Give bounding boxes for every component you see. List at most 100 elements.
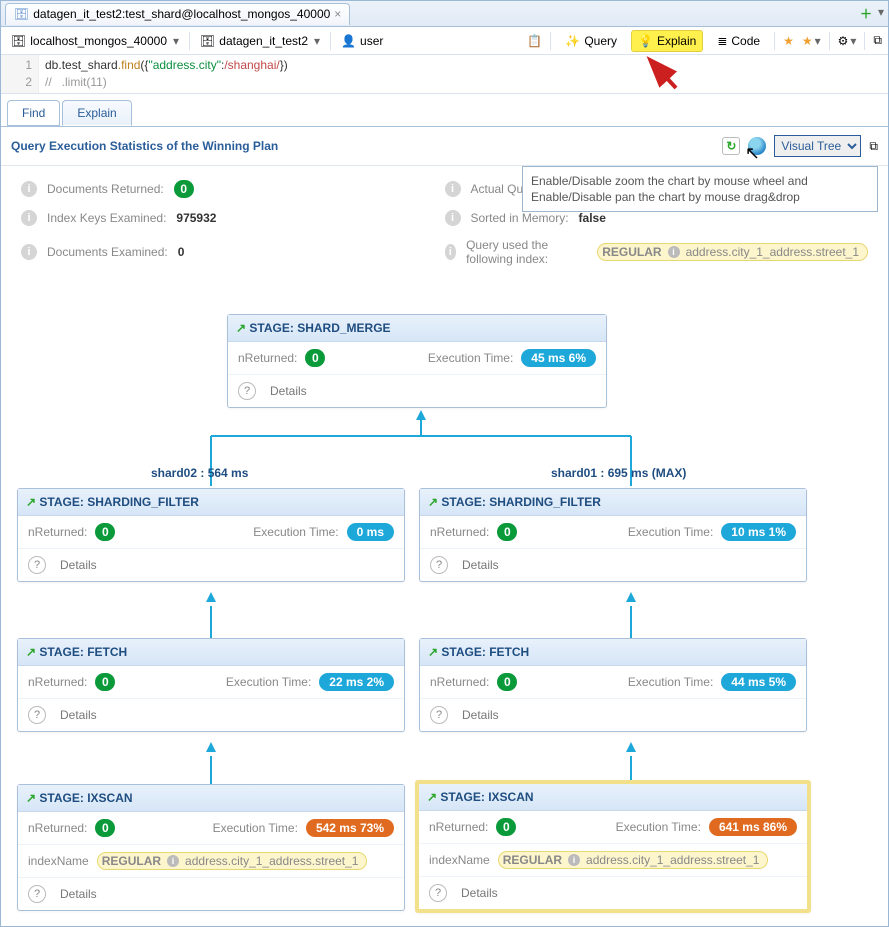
help-icon [28, 556, 52, 574]
arrow-up-icon: ↗ [428, 495, 438, 509]
user-combo[interactable]: 👤 user [337, 32, 387, 50]
tab-menu-caret[interactable] [876, 5, 884, 22]
details-button[interactable]: Details [420, 699, 806, 731]
document-tab-bar: 🗄 datagen_it_test2:test_shard@localhost_… [1, 1, 888, 27]
close-tab-icon[interactable]: × [334, 7, 341, 21]
globe-icon[interactable] [748, 137, 766, 155]
separator [189, 32, 190, 50]
lightbulb-icon: 💡 [638, 34, 653, 48]
callout-arrow [642, 54, 682, 94]
docs-examined-value: 0 [178, 245, 185, 259]
stage-ixscan-left[interactable]: ↗ STAGE: IXSCAN nReturned:0Execution Tim… [17, 784, 405, 911]
index-pill[interactable]: REGULARiaddress.city_1_address.street_1 [498, 851, 769, 869]
explain-button[interactable]: 💡 Explain [631, 30, 703, 52]
details-button[interactable]: Details [420, 549, 806, 581]
options-menu[interactable]: ⚙ [838, 34, 857, 48]
popout-icon[interactable]: ⧉ [869, 139, 878, 154]
favorite-menu[interactable]: ★ [802, 34, 821, 48]
help-icon [430, 556, 454, 574]
popout-icon[interactable]: ⧉ [873, 33, 882, 48]
stat-sorted: i Sorted in Memory: false [445, 210, 869, 226]
code-icon: ≣ [717, 34, 727, 48]
explain-tree[interactable]: ↗ STAGE: SHARD_MERGE nReturned:0Executio… [1, 286, 888, 926]
explain-panel-header: Query Execution Statistics of the Winnin… [1, 127, 888, 166]
wand-icon: ✨ [565, 34, 580, 48]
index-keys-value: 975932 [176, 211, 216, 225]
host-name: localhost_mongos_40000 [30, 34, 167, 48]
explain-button-label: Explain [657, 34, 696, 48]
zoom-tooltip: Enable/Disable zoom the chart by mouse w… [522, 166, 878, 212]
stat-docs-returned: i Documents Returned: 0 [21, 180, 445, 198]
help-icon [28, 706, 52, 724]
details-button[interactable]: Details [18, 549, 404, 581]
details-button[interactable]: Details [18, 699, 404, 731]
arrow-up-icon: ↗ [26, 645, 36, 659]
sorted-value: false [579, 211, 606, 225]
shard-label-right: shard01 : 695 ms (MAX) [551, 466, 686, 480]
user-name: user [360, 34, 383, 48]
code-button[interactable]: ≣ Code [711, 31, 766, 51]
info-icon[interactable]: i [21, 210, 37, 226]
separator [550, 32, 551, 50]
document-tab[interactable]: 🗄 datagen_it_test2:test_shard@localhost_… [5, 3, 350, 25]
stage-shard-merge[interactable]: ↗ STAGE: SHARD_MERGE nReturned:0Executio… [227, 314, 607, 408]
index-pill[interactable]: REGULAR i address.city_1_address.street_… [597, 243, 868, 261]
favorite-add-icon[interactable]: ★ [783, 34, 794, 48]
info-icon[interactable]: i [445, 210, 461, 226]
help-icon [430, 706, 454, 724]
server-icon: 🗄 [11, 34, 26, 48]
arrow-up-icon: ↗ [26, 495, 36, 509]
info-icon[interactable]: i [21, 244, 37, 260]
help-icon [28, 885, 52, 903]
code-content: db.test_shard.find({"address.city":/shan… [39, 55, 294, 93]
details-button[interactable]: Details [18, 878, 404, 910]
arrow-up-icon: ↗ [427, 790, 437, 804]
panel-title: Query Execution Statistics of the Winnin… [11, 139, 278, 153]
shard-label-left: shard02 : 564 ms [151, 466, 248, 480]
docs-returned-value: 0 [174, 180, 194, 198]
stage-fetch-right[interactable]: ↗ STAGE: FETCH nReturned:0Execution Time… [419, 638, 807, 732]
separator [774, 32, 775, 50]
database-name: datagen_it_test2 [219, 34, 308, 48]
separator [864, 32, 865, 50]
line-gutter: 12 [1, 55, 39, 93]
zoom-toggle-button[interactable]: ↻ [722, 137, 740, 155]
database-combo[interactable]: 🗄 datagen_it_test2 [196, 32, 324, 50]
code-editor[interactable]: 12 db.test_shard.find({"address.city":/s… [1, 55, 888, 94]
details-button[interactable]: Details [228, 375, 606, 407]
info-icon[interactable]: i [21, 181, 37, 197]
result-tabs: Find Explain [1, 94, 888, 127]
host-caret[interactable] [171, 34, 179, 48]
connection-toolbar: 🗄 localhost_mongos_40000 🗄 datagen_it_te… [1, 27, 888, 55]
host-combo[interactable]: 🗄 localhost_mongos_40000 [7, 32, 183, 50]
database-icon: 🗄 [14, 7, 29, 21]
stage-ixscan-right[interactable]: ↗ STAGE: IXSCAN nReturned:0Execution Tim… [415, 780, 811, 913]
query-button[interactable]: ✨ Query [559, 31, 623, 51]
arrow-up-icon: ↗ [236, 321, 246, 335]
database-caret[interactable] [312, 34, 320, 48]
separator [829, 32, 830, 50]
database-icon: 🗄 [200, 34, 215, 48]
stage-sharding-filter-left[interactable]: ↗ STAGE: SHARDING_FILTER nReturned:0Exec… [17, 488, 405, 582]
details-button[interactable]: Details [419, 877, 807, 909]
code-button-label: Code [731, 34, 760, 48]
stat-docs-examined: i Documents Examined: 0 [21, 238, 445, 266]
paste-icon[interactable]: 📋 [527, 34, 542, 48]
user-icon: 👤 [341, 34, 356, 48]
stat-index-keys: i Index Keys Examined: 975932 [21, 210, 445, 226]
info-icon[interactable]: i [445, 181, 461, 197]
info-icon: i [668, 246, 680, 258]
index-pill[interactable]: REGULARiaddress.city_1_address.street_1 [97, 852, 368, 870]
tab-explain[interactable]: Explain [62, 100, 131, 126]
stage-sharding-filter-right[interactable]: ↗ STAGE: SHARDING_FILTER nReturned:0Exec… [419, 488, 807, 582]
tab-find[interactable]: Find [7, 100, 60, 126]
stage-fetch-left[interactable]: ↗ STAGE: FETCH nReturned:0Execution Time… [17, 638, 405, 732]
help-icon [429, 884, 453, 902]
help-icon [238, 382, 262, 400]
document-tab-title: datagen_it_test2:test_shard@localhost_mo… [33, 7, 330, 21]
view-mode-select[interactable]: Visual Tree [774, 135, 861, 157]
info-icon[interactable]: i [445, 244, 457, 260]
add-tab-button[interactable]: ＋ [860, 5, 872, 22]
separator [330, 32, 331, 50]
arrow-up-icon: ↗ [428, 645, 438, 659]
